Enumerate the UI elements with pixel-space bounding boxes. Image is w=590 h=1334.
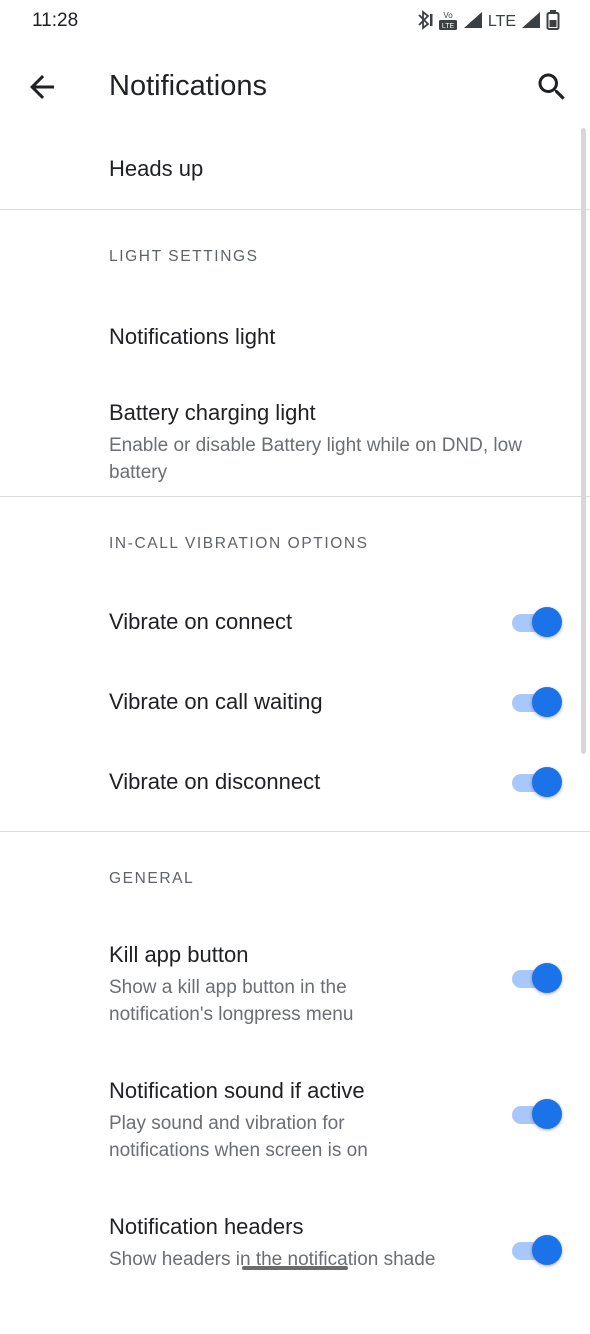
- status-bar: 11:28 Vo LTE LTE: [0, 0, 590, 44]
- search-icon: [538, 73, 565, 100]
- pref-summary: Enable or disable Battery light while on…: [109, 435, 522, 483]
- pref-title: Kill app button: [109, 942, 249, 967]
- svg-text:LTE: LTE: [442, 23, 455, 30]
- signal-icon: [463, 11, 483, 34]
- toggle-vibrate-disconnect[interactable]: [512, 767, 562, 797]
- pref-heads-up[interactable]: Heads up: [0, 130, 590, 209]
- pref-notification-sound-if-active[interactable]: Notification sound if active Play sound …: [0, 1062, 590, 1198]
- toggle-thumb: [532, 687, 562, 717]
- signal-icon-2: [521, 11, 541, 34]
- toggle-thumb: [532, 607, 562, 637]
- pref-title: Notifications light: [109, 324, 276, 349]
- pref-title: Notification sound if active: [109, 1078, 365, 1103]
- pref-title: Notification headers: [109, 1214, 304, 1239]
- status-icons: Vo LTE LTE: [415, 9, 560, 36]
- pref-notifications-light[interactable]: Notifications light: [0, 304, 590, 384]
- network-type: LTE: [487, 13, 516, 30]
- settings-list: Heads up LIGHT SETTINGS Notifications li…: [0, 130, 590, 1334]
- app-bar: Notifications: [0, 44, 590, 130]
- volte-icon: Vo LTE: [438, 9, 458, 36]
- battery-icon: [546, 9, 560, 35]
- toggle-thumb: [532, 767, 562, 797]
- toggle-thumb: [532, 1235, 562, 1265]
- section-header-incall: IN-CALL VIBRATION OPTIONS: [109, 535, 369, 552]
- pref-vibrate-disconnect[interactable]: Vibrate on disconnect: [0, 751, 590, 831]
- status-time: 11:28: [32, 10, 79, 31]
- pref-vibrate-call-waiting[interactable]: Vibrate on call waiting: [0, 671, 590, 751]
- gesture-nav-bar[interactable]: [242, 1266, 348, 1270]
- toggle-notification-sound-if-active[interactable]: [512, 1099, 562, 1129]
- toggle-vibrate-call-waiting[interactable]: [512, 687, 562, 717]
- toggle-thumb: [532, 1099, 562, 1129]
- section-header-general: GENERAL: [109, 870, 195, 887]
- toggle-vibrate-connect[interactable]: [512, 607, 562, 637]
- pref-title: Heads up: [109, 156, 204, 181]
- toggle-thumb: [532, 963, 562, 993]
- bluetooth-icon: [415, 9, 433, 35]
- pref-summary: Show a kill app button in the notificati…: [109, 977, 354, 1025]
- toggle-notification-headers[interactable]: [512, 1235, 562, 1265]
- pref-kill-app-button[interactable]: Kill app button Show a kill app button i…: [0, 926, 590, 1062]
- pref-battery-charging-light[interactable]: Battery charging light Enable or disable…: [0, 384, 590, 496]
- pref-title: Battery charging light: [109, 400, 316, 425]
- pref-vibrate-connect[interactable]: Vibrate on connect: [0, 591, 590, 671]
- page-title: Notifications: [109, 70, 267, 102]
- back-button[interactable]: [24, 69, 60, 105]
- svg-text:Vo: Vo: [443, 11, 453, 20]
- scrollbar[interactable]: [581, 128, 586, 754]
- section-header-light: LIGHT SETTINGS: [109, 248, 259, 265]
- pref-summary: Play sound and vibration for notificatio…: [109, 1113, 368, 1161]
- arrow-left-icon: [30, 75, 54, 99]
- toggle-kill-app-button[interactable]: [512, 963, 562, 993]
- search-button[interactable]: [534, 69, 570, 105]
